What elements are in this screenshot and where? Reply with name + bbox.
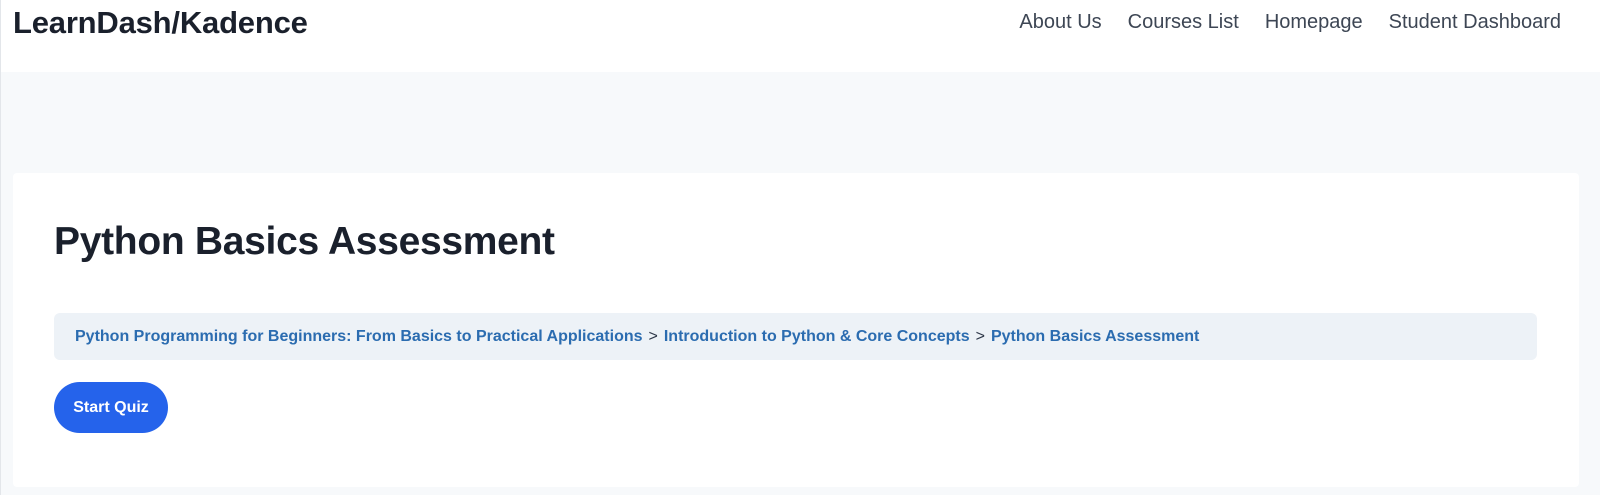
site-logo-link[interactable]: LearnDash/Kadence — [13, 4, 308, 42]
nav-item-student-dashboard[interactable]: Student Dashboard — [1389, 8, 1561, 36]
breadcrumb-quiz-link[interactable]: Python Basics Assessment — [991, 328, 1199, 346]
quiz-content-card: Python Basics Assessment Python Programm… — [13, 173, 1579, 487]
page-title: Python Basics Assessment — [54, 220, 555, 263]
nav-item-about-us[interactable]: About Us — [1019, 8, 1101, 36]
page: LearnDash/Kadence About Us Courses List … — [0, 0, 1600, 495]
breadcrumb-lesson-link[interactable]: Introduction to Python & Core Concepts — [664, 328, 970, 346]
main-nav: About Us Courses List Homepage Student D… — [993, 8, 1561, 36]
breadcrumb-separator: > — [648, 327, 658, 345]
breadcrumb: Python Programming for Beginners: From B… — [54, 313, 1537, 360]
breadcrumb-separator: > — [975, 327, 985, 345]
nav-item-courses-list[interactable]: Courses List — [1128, 8, 1239, 36]
nav-item-homepage[interactable]: Homepage — [1265, 8, 1363, 36]
breadcrumb-course-link[interactable]: Python Programming for Beginners: From B… — [75, 328, 643, 346]
site-header: LearnDash/Kadence About Us Courses List … — [1, 0, 1600, 72]
start-quiz-button[interactable]: Start Quiz — [54, 382, 168, 433]
